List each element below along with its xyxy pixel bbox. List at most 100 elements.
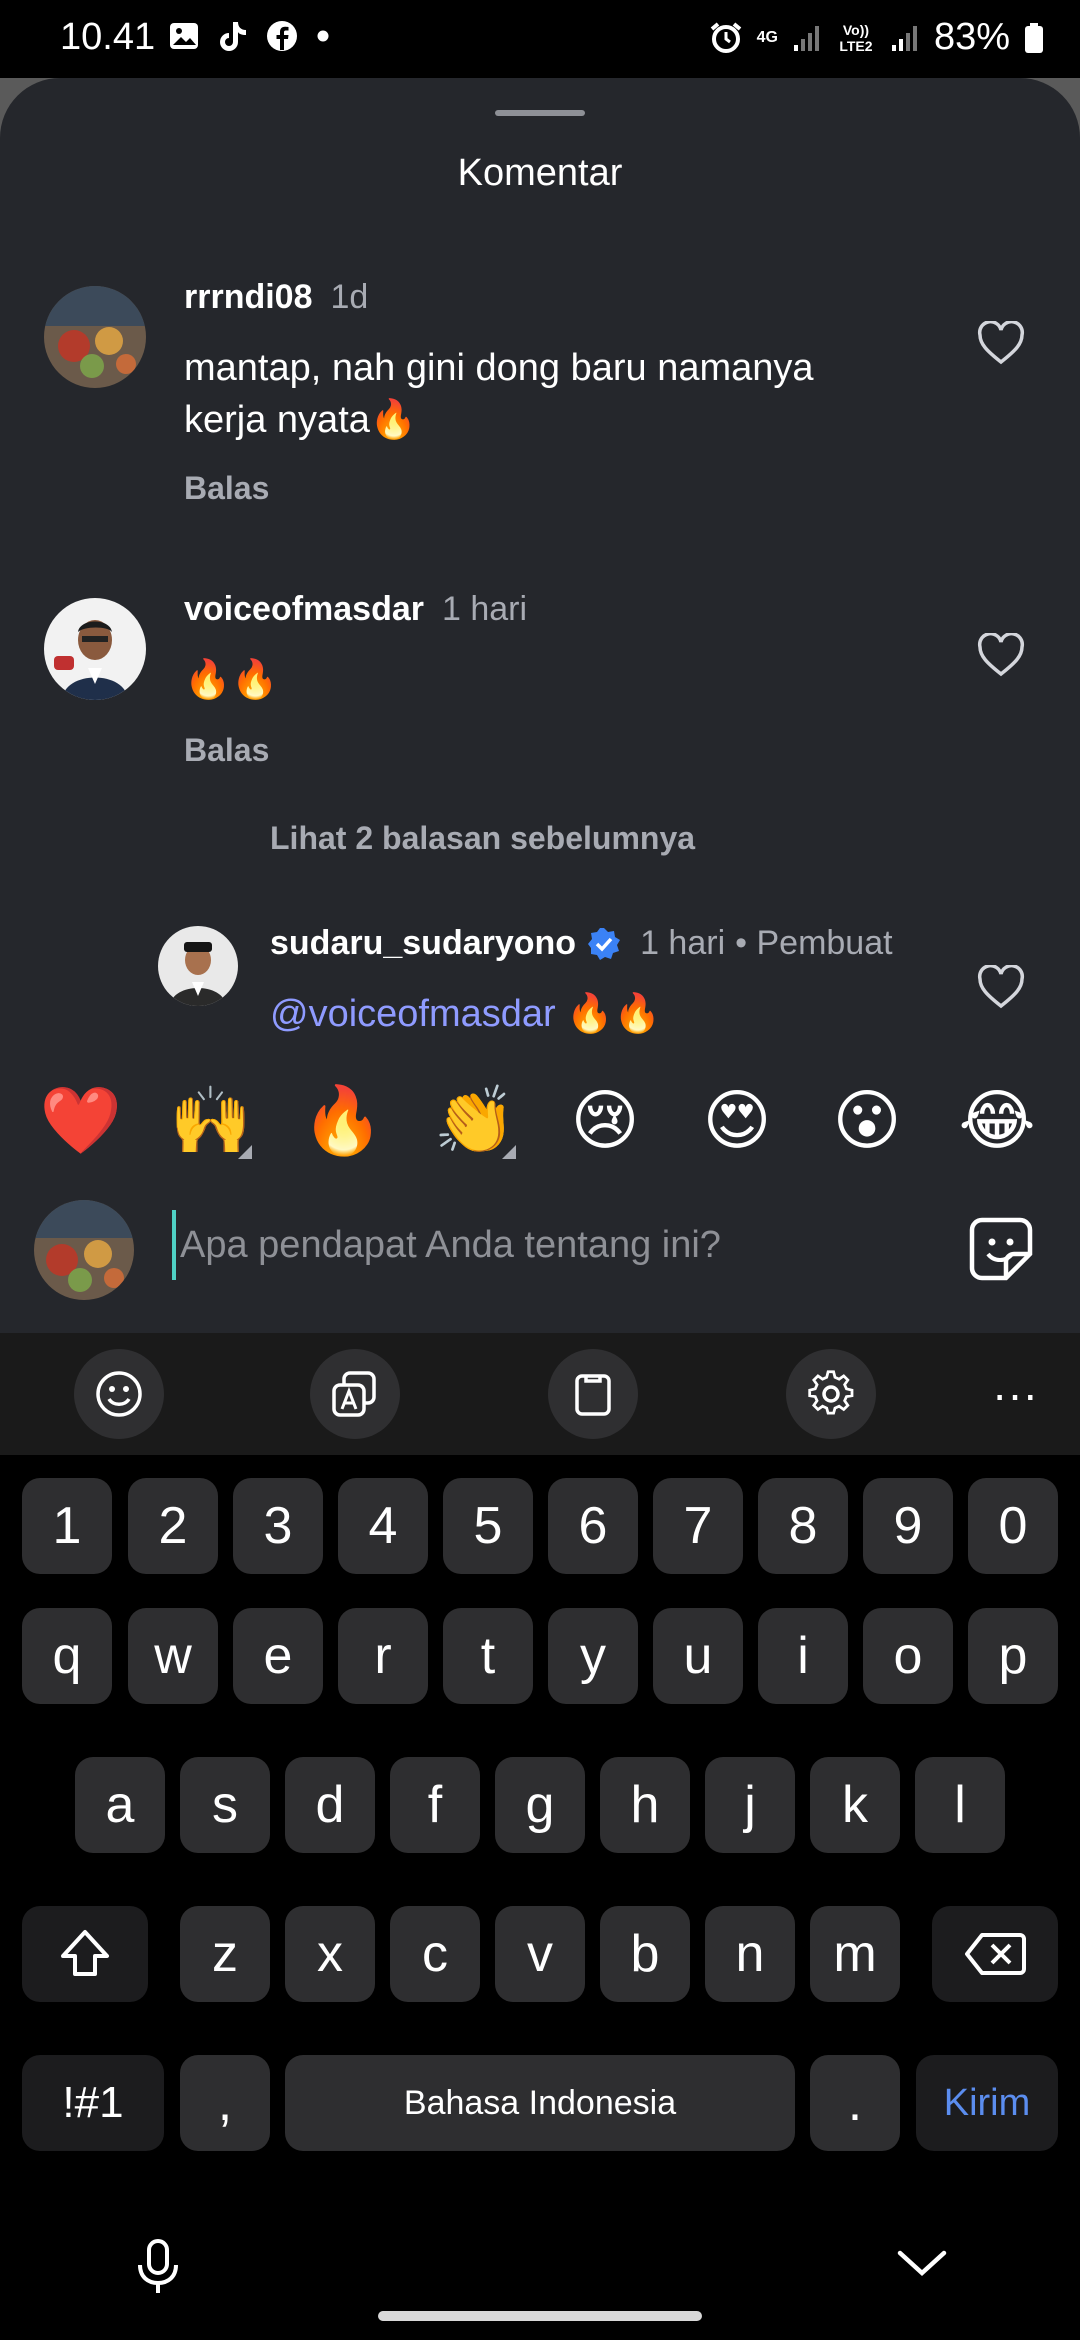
comment-time: 1 hari <box>442 590 528 628</box>
backspace-key[interactable] <box>932 1906 1058 2002</box>
avatar[interactable] <box>158 926 238 1006</box>
reply-button[interactable]: Balas <box>184 470 269 507</box>
key-n[interactable]: n <box>705 1906 795 2002</box>
key-u[interactable]: u <box>653 1608 743 1704</box>
reply-text: @voiceofmasdar 🔥🔥 <box>270 993 661 1035</box>
key-9[interactable]: 9 <box>863 1478 953 1574</box>
clipboard-button[interactable] <box>548 1349 638 1439</box>
reaction-heart[interactable]: ❤️ <box>36 1075 126 1165</box>
keyboard: ··· 1 2 3 4 5 6 7 8 9 0 q w e r t y u i … <box>0 1333 1080 2340</box>
tiktok-icon <box>220 22 246 51</box>
reply-username[interactable]: sudaru_sudaryono 1 hari • Pembuat <box>270 924 893 963</box>
like-heart-icon[interactable] <box>977 321 1025 365</box>
status-time: 10.41 <box>60 16 156 58</box>
status-right: 4G Vo)) LTE2 83% <box>709 16 1044 59</box>
key-6[interactable]: 6 <box>548 1478 638 1574</box>
key-z[interactable]: z <box>180 1906 270 2002</box>
creator-label: • Pembuat <box>735 924 893 962</box>
key-r[interactable]: r <box>338 1608 428 1704</box>
key-b[interactable]: b <box>600 1906 690 2002</box>
signal-icon <box>793 25 819 51</box>
comment-text: mantap, nah gini dong baru namanya kerja… <box>184 347 814 441</box>
key-v[interactable]: v <box>495 1906 585 2002</box>
dot-icon <box>317 30 329 42</box>
reaction-raised-hands[interactable]: 🙌 <box>166 1075 256 1165</box>
network-4g-label: 4G <box>756 28 778 46</box>
key-s[interactable]: s <box>180 1757 270 1853</box>
reaction-surprised[interactable]: 😮 <box>822 1075 912 1165</box>
key-m[interactable]: m <box>810 1906 900 2002</box>
skin-tone-indicator <box>502 1145 516 1159</box>
symbols-key[interactable]: !#1 <box>22 2055 164 2151</box>
battery-icon <box>1025 22 1043 53</box>
key-h[interactable]: h <box>600 1757 690 1853</box>
key-1[interactable]: 1 <box>22 1478 112 1574</box>
smiley-icon <box>96 1371 142 1417</box>
like-heart-icon[interactable] <box>977 965 1025 1009</box>
key-g[interactable]: g <box>495 1757 585 1853</box>
comment-username[interactable]: voiceofmasdar 1 hari <box>184 590 527 629</box>
translate-button[interactable] <box>310 1349 400 1439</box>
comma-key[interactable]: , <box>180 2055 270 2151</box>
key-c[interactable]: c <box>390 1906 480 2002</box>
key-q[interactable]: q <box>22 1608 112 1704</box>
like-heart-icon[interactable] <box>977 633 1025 677</box>
shift-key[interactable] <box>22 1906 148 2002</box>
gear-icon <box>808 1370 854 1415</box>
reply-button[interactable]: Balas <box>184 732 269 769</box>
translate-icon <box>332 1371 376 1417</box>
space-key[interactable]: Bahasa Indonesia <box>285 2055 795 2151</box>
key-p[interactable]: p <box>968 1608 1058 1704</box>
network-volte-label: Vo)) LTE2 <box>839 21 873 54</box>
mention-link[interactable]: @voiceofmasdar <box>270 993 556 1035</box>
key-e[interactable]: e <box>233 1608 323 1704</box>
drag-handle[interactable] <box>495 110 585 116</box>
key-l[interactable]: l <box>915 1757 1005 1853</box>
verified-badge-icon <box>588 927 621 960</box>
key-t[interactable]: t <box>443 1608 533 1704</box>
key-j[interactable]: j <box>705 1757 795 1853</box>
key-i[interactable]: i <box>758 1608 848 1704</box>
gallery-icon <box>170 23 198 49</box>
key-8[interactable]: 8 <box>758 1478 848 1574</box>
quick-reactions: ❤️ 🙌 🔥 👏 😢 😍 😮 😂 <box>0 1075 1080 1165</box>
reaction-laughing[interactable]: 😂 <box>952 1075 1042 1165</box>
sticker-icon[interactable] <box>968 1216 1034 1282</box>
microphone-icon[interactable] <box>130 2237 186 2297</box>
key-w[interactable]: w <box>128 1608 218 1704</box>
more-options-button[interactable]: ··· <box>970 1349 1060 1439</box>
key-f[interactable]: f <box>390 1757 480 1853</box>
key-5[interactable]: 5 <box>443 1478 533 1574</box>
key-4[interactable]: 4 <box>338 1478 428 1574</box>
key-y[interactable]: y <box>548 1608 638 1704</box>
chevron-down-icon[interactable] <box>896 2245 948 2281</box>
key-k[interactable]: k <box>810 1757 900 1853</box>
key-a[interactable]: a <box>75 1757 165 1853</box>
key-3[interactable]: 3 <box>233 1478 323 1574</box>
reaction-crying[interactable]: 😢 <box>560 1075 650 1165</box>
reaction-clap[interactable]: 👏 <box>430 1075 520 1165</box>
comment-text: 🔥🔥 <box>184 659 279 701</box>
key-0[interactable]: 0 <box>968 1478 1058 1574</box>
reaction-fire[interactable]: 🔥 <box>298 1075 388 1165</box>
comment-input[interactable]: Apa pendapat Anda tentang ini? <box>172 1210 932 1280</box>
period-key[interactable]: . <box>810 2055 900 2151</box>
facebook-icon <box>267 21 297 51</box>
avatar[interactable] <box>44 598 146 700</box>
key-x[interactable]: x <box>285 1906 375 2002</box>
key-7[interactable]: 7 <box>653 1478 743 1574</box>
view-previous-replies[interactable]: Lihat 2 balasan sebelumnya <box>270 820 695 857</box>
comment-username[interactable]: rrrndi08 1d <box>184 278 368 317</box>
notification-icons <box>168 20 330 52</box>
settings-button[interactable] <box>786 1349 876 1439</box>
avatar[interactable] <box>44 286 146 388</box>
send-key[interactable]: Kirim <box>916 2055 1058 2151</box>
key-2[interactable]: 2 <box>128 1478 218 1574</box>
home-indicator[interactable] <box>378 2311 702 2321</box>
reaction-heart-eyes[interactable]: 😍 <box>692 1075 782 1165</box>
key-d[interactable]: d <box>285 1757 375 1853</box>
key-o[interactable]: o <box>863 1608 953 1704</box>
emoji-button[interactable] <box>74 1349 164 1439</box>
reply-time: 1 hari <box>640 924 726 962</box>
battery-percent: 83% <box>933 16 1010 58</box>
